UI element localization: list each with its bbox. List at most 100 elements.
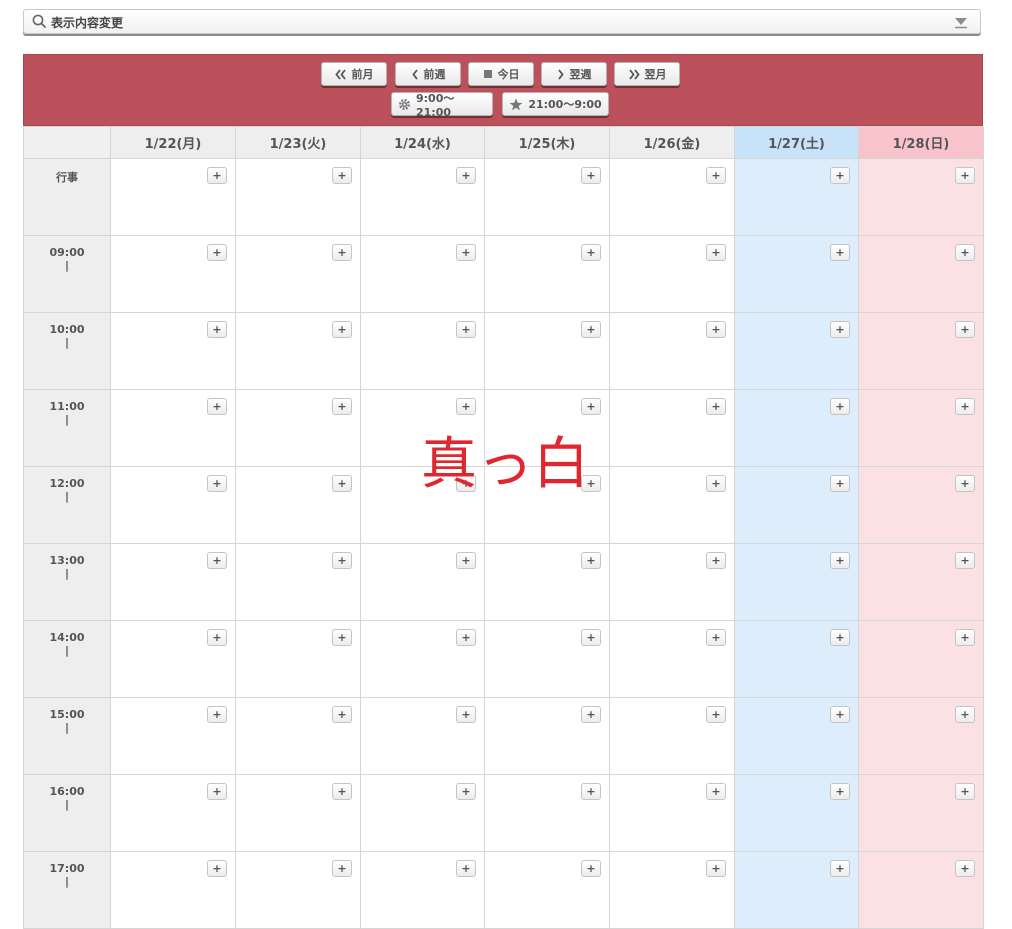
calendar-cell[interactable]: + [110, 158, 236, 236]
calendar-cell[interactable]: + [360, 312, 485, 390]
add-event-button[interactable]: + [207, 321, 227, 338]
today-button[interactable]: 今日 [468, 62, 534, 86]
add-event-button[interactable]: + [207, 783, 227, 800]
calendar-cell[interactable]: + [484, 543, 610, 621]
prev-month-button[interactable]: 前月 [321, 62, 387, 86]
calendar-cell[interactable]: + [484, 697, 610, 775]
add-event-button[interactable]: + [207, 706, 227, 723]
calendar-cell[interactable]: + [609, 158, 735, 236]
next-week-button[interactable]: 翌週 [541, 62, 607, 86]
calendar-cell[interactable]: + [360, 158, 485, 236]
calendar-cell[interactable]: + [235, 543, 361, 621]
add-event-button[interactable]: + [207, 860, 227, 877]
calendar-cell[interactable]: + [110, 389, 236, 467]
add-event-button[interactable]: + [581, 629, 601, 646]
calendar-cell[interactable]: + [235, 312, 361, 390]
chevron-down-icon[interactable] [954, 17, 968, 29]
calendar-cell[interactable]: + [235, 158, 361, 236]
calendar-cell[interactable]: + [110, 235, 236, 313]
add-event-button[interactable]: + [456, 706, 476, 723]
calendar-cell[interactable]: + [484, 620, 610, 698]
calendar-cell[interactable]: + [609, 774, 735, 852]
add-event-button[interactable]: + [955, 629, 975, 646]
add-event-button[interactable]: + [207, 167, 227, 184]
add-event-button[interactable]: + [706, 783, 726, 800]
add-event-button[interactable]: + [207, 475, 227, 492]
calendar-cell[interactable]: + [858, 543, 984, 621]
calendar-cell[interactable]: + [609, 543, 735, 621]
add-event-button[interactable]: + [207, 552, 227, 569]
add-event-button[interactable]: + [207, 244, 227, 261]
calendar-cell[interactable]: + [235, 620, 361, 698]
calendar-cell[interactable]: + [609, 851, 735, 929]
add-event-button[interactable]: + [830, 398, 850, 415]
add-event-button[interactable]: + [332, 552, 352, 569]
calendar-cell[interactable]: + [484, 851, 610, 929]
calendar-cell[interactable]: + [110, 466, 236, 544]
display-settings-bar[interactable]: 表示内容変更 [23, 9, 981, 34]
add-event-button[interactable]: + [456, 860, 476, 877]
add-event-button[interactable]: + [456, 398, 476, 415]
add-event-button[interactable]: + [581, 244, 601, 261]
add-event-button[interactable]: + [581, 398, 601, 415]
calendar-cell[interactable]: + [110, 620, 236, 698]
add-event-button[interactable]: + [456, 167, 476, 184]
add-event-button[interactable]: + [955, 398, 975, 415]
calendar-cell[interactable]: + [858, 312, 984, 390]
add-event-button[interactable]: + [332, 783, 352, 800]
calendar-cell[interactable]: + [360, 774, 485, 852]
calendar-cell[interactable]: + [360, 851, 485, 929]
add-event-button[interactable]: + [706, 860, 726, 877]
calendar-cell[interactable]: + [110, 851, 236, 929]
calendar-cell[interactable]: + [734, 235, 859, 313]
calendar-cell[interactable]: + [858, 774, 984, 852]
add-event-button[interactable]: + [581, 860, 601, 877]
calendar-cell[interactable]: + [235, 774, 361, 852]
calendar-cell[interactable]: + [484, 312, 610, 390]
add-event-button[interactable]: + [706, 321, 726, 338]
add-event-button[interactable]: + [332, 706, 352, 723]
add-event-button[interactable]: + [332, 860, 352, 877]
add-event-button[interactable]: + [207, 398, 227, 415]
add-event-button[interactable]: + [581, 783, 601, 800]
calendar-cell[interactable]: + [858, 466, 984, 544]
add-event-button[interactable]: + [830, 475, 850, 492]
calendar-cell[interactable]: + [734, 312, 859, 390]
calendar-cell[interactable]: + [609, 389, 735, 467]
add-event-button[interactable]: + [581, 706, 601, 723]
add-event-button[interactable]: + [955, 244, 975, 261]
add-event-button[interactable]: + [581, 552, 601, 569]
add-event-button[interactable]: + [830, 629, 850, 646]
add-event-button[interactable]: + [706, 475, 726, 492]
add-event-button[interactable]: + [332, 475, 352, 492]
add-event-button[interactable]: + [456, 783, 476, 800]
calendar-cell[interactable]: + [360, 235, 485, 313]
calendar-cell[interactable]: + [858, 389, 984, 467]
add-event-button[interactable]: + [581, 167, 601, 184]
add-event-button[interactable]: + [332, 629, 352, 646]
add-event-button[interactable]: + [706, 629, 726, 646]
add-event-button[interactable]: + [830, 860, 850, 877]
nighttime-range-button[interactable]: 21:00～9:00 [502, 92, 609, 116]
calendar-cell[interactable]: + [235, 697, 361, 775]
calendar-cell[interactable]: + [734, 620, 859, 698]
calendar-cell[interactable]: + [609, 620, 735, 698]
calendar-cell[interactable]: + [235, 466, 361, 544]
calendar-cell[interactable]: + [734, 851, 859, 929]
add-event-button[interactable]: + [830, 167, 850, 184]
calendar-cell[interactable]: + [235, 851, 361, 929]
add-event-button[interactable]: + [332, 321, 352, 338]
calendar-cell[interactable]: + [609, 235, 735, 313]
add-event-button[interactable]: + [706, 706, 726, 723]
add-event-button[interactable]: + [706, 167, 726, 184]
calendar-cell[interactable]: + [858, 620, 984, 698]
calendar-cell[interactable]: + [858, 851, 984, 929]
calendar-cell[interactable]: + [609, 466, 735, 544]
calendar-cell[interactable]: + [734, 774, 859, 852]
add-event-button[interactable]: + [830, 552, 850, 569]
add-event-button[interactable]: + [706, 552, 726, 569]
add-event-button[interactable]: + [456, 629, 476, 646]
calendar-cell[interactable]: + [235, 235, 361, 313]
add-event-button[interactable]: + [207, 629, 227, 646]
calendar-cell[interactable]: + [360, 620, 485, 698]
